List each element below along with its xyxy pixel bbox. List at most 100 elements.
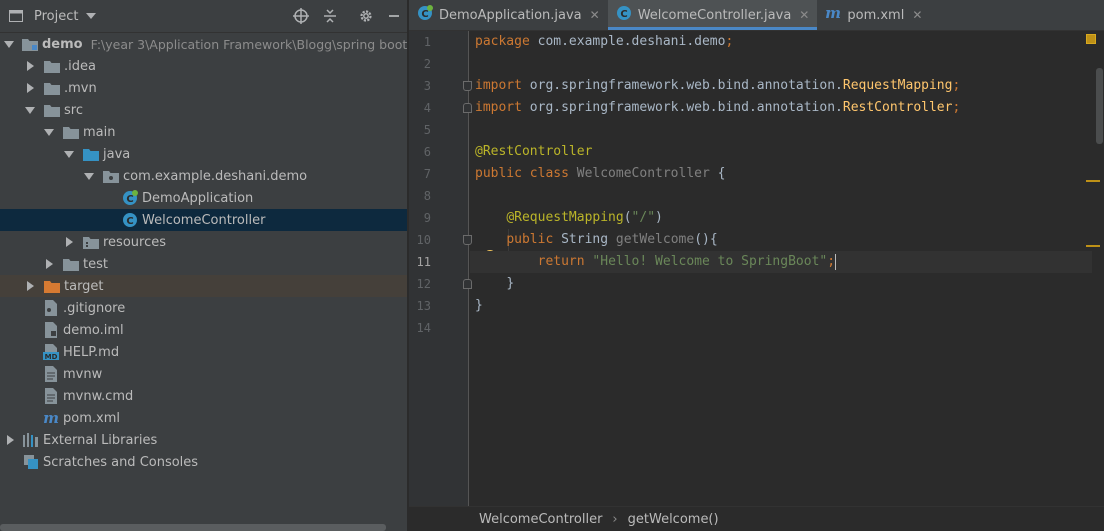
resources-folder-icon (83, 234, 99, 250)
code-line-13: } (475, 298, 483, 313)
horizontal-scrollbar[interactable] (0, 524, 386, 531)
code-line-7: public class WelcomeController { (475, 166, 726, 181)
hide-icon[interactable] (385, 7, 403, 25)
tab-demoapplication[interactable]: C DemoApplication.java ✕ (409, 0, 608, 30)
collapse-all-icon[interactable] (321, 7, 339, 25)
tree-item-label: Scratches and Consoles (43, 454, 199, 470)
editor-tabs: C DemoApplication.java ✕ C WelcomeContro… (409, 0, 1104, 31)
close-icon[interactable]: ✕ (912, 8, 922, 22)
close-icon[interactable]: ✕ (590, 8, 600, 22)
expand-arrow-icon[interactable] (24, 275, 36, 297)
maven-icon: m (825, 4, 841, 25)
code-line-6: @RestController (475, 144, 593, 159)
tree-item-external-libraries[interactable]: External Libraries (0, 429, 407, 451)
tree-item-label: main (83, 124, 116, 140)
tab-label: WelcomeController.java (637, 7, 792, 23)
text-caret (835, 253, 837, 270)
tab-pom-xml[interactable]: m pom.xml ✕ (817, 0, 930, 30)
inspection-status-icon[interactable] (1086, 34, 1096, 44)
expand-arrow-icon[interactable] (4, 33, 14, 55)
svg-text:C: C (126, 194, 133, 205)
code-line-12: } (506, 276, 515, 291)
settings-gear-icon[interactable] (357, 7, 375, 25)
svg-text:C: C (620, 9, 627, 20)
expand-arrow-icon[interactable] (4, 429, 16, 451)
expand-arrow-icon[interactable] (24, 77, 36, 99)
line-number: 8 (423, 189, 431, 203)
tree-item-gitignore[interactable]: .gitignore (0, 297, 407, 319)
maven-icon: m (43, 410, 59, 426)
tree-item-help-md[interactable]: MD HELP.md (0, 341, 407, 363)
project-view-selector[interactable]: Project (34, 9, 78, 24)
expand-arrow-icon[interactable] (43, 121, 55, 143)
folder-icon (44, 102, 60, 118)
tree-item-mvnw-cmd[interactable]: mvnw.cmd (0, 385, 407, 407)
tree-item-mvn[interactable]: .mvn (0, 77, 407, 99)
tab-welcomecontroller[interactable]: C WelcomeController.java ✕ (607, 0, 818, 30)
expand-arrow-icon[interactable] (24, 99, 36, 121)
expand-arrow-icon[interactable] (63, 231, 75, 253)
line-number: 10 (416, 233, 431, 247)
line-number-gutter[interactable]: 1 2 3 4 5 6 7 8 9 10 11 12 13 14 (409, 31, 472, 506)
code-line-9: @RequestMapping("/") (506, 210, 663, 225)
tree-item-label: com.example.deshani.demo (123, 168, 308, 184)
locate-icon[interactable] (292, 7, 310, 25)
markdown-file-icon: MD (43, 344, 59, 360)
tree-item-demo[interactable]: demo F:\year 3\Application Framework\Blo… (0, 33, 407, 55)
expand-arrow-icon[interactable] (63, 143, 75, 165)
line-number: 5 (423, 123, 431, 137)
tree-item-pom-xml[interactable]: m pom.xml (0, 407, 407, 429)
tree-item-label: .mvn (64, 80, 97, 96)
svg-text:C: C (421, 9, 428, 20)
warning-marker[interactable] (1086, 180, 1100, 182)
tree-item-target[interactable]: target (0, 275, 407, 297)
tree-item-demo-iml[interactable]: demo.iml (0, 319, 407, 341)
expand-arrow-icon[interactable] (43, 253, 55, 275)
vertical-scrollbar[interactable] (1096, 68, 1103, 144)
tree-item-main[interactable]: main (0, 121, 407, 143)
text-file-icon (43, 388, 59, 404)
tree-item-java[interactable]: java (0, 143, 407, 165)
tree-item-resources[interactable]: resources (0, 231, 407, 253)
tree-item-test[interactable]: test (0, 253, 407, 275)
code-editor[interactable]: package com.example.deshani.demo; import… (470, 31, 1092, 506)
package-icon (103, 168, 119, 184)
error-stripe[interactable] (1086, 31, 1104, 506)
svg-text:MD: MD (45, 353, 58, 360)
tab-label: DemoApplication.java (439, 7, 582, 23)
line-number-current: 11 (416, 255, 431, 269)
tree-item-package[interactable]: com.example.deshani.demo (0, 165, 407, 187)
tree-item-welcomecontroller[interactable]: C WelcomeController (0, 209, 407, 231)
line-number: 6 (423, 145, 431, 159)
tree-item-label: test (83, 256, 108, 272)
tree-item-mvnw[interactable]: mvnw (0, 363, 407, 385)
gitignore-file-icon (43, 300, 59, 316)
breadcrumb-separator: › (612, 511, 618, 527)
tree-item-label: src (64, 102, 83, 118)
tree-item-demoapplication[interactable]: C DemoApplication (0, 187, 407, 209)
svg-text:m: m (825, 5, 841, 21)
editor-area: C DemoApplication.java ✕ C WelcomeContro… (409, 0, 1104, 531)
breadcrumb-method[interactable]: getWelcome() (628, 512, 719, 527)
tree-item-scratches[interactable]: Scratches and Consoles (0, 451, 407, 473)
expand-arrow-icon[interactable] (83, 165, 95, 187)
tree-item-src[interactable]: src (0, 99, 407, 121)
line-number: 7 (423, 167, 431, 181)
svg-text:m: m (43, 410, 59, 426)
chevron-down-icon[interactable] (86, 13, 97, 19)
expand-arrow-icon[interactable] (24, 55, 36, 77)
folder-icon (63, 124, 79, 140)
breadcrumb-class[interactable]: WelcomeController (479, 512, 602, 527)
tree-item-idea[interactable]: .idea (0, 55, 407, 77)
project-tool-window: Project demo F:\year 3\Application Frame… (0, 0, 408, 531)
libraries-icon (23, 432, 39, 448)
folder-icon (44, 58, 60, 74)
module-folder-icon (22, 36, 38, 52)
spring-boot-class-icon: C (417, 5, 433, 25)
warning-marker[interactable] (1086, 245, 1100, 247)
line-number: 1 (423, 35, 431, 49)
line-number: 13 (416, 299, 431, 313)
tree-item-label: mvnw (63, 366, 103, 382)
close-icon[interactable]: ✕ (799, 8, 809, 22)
